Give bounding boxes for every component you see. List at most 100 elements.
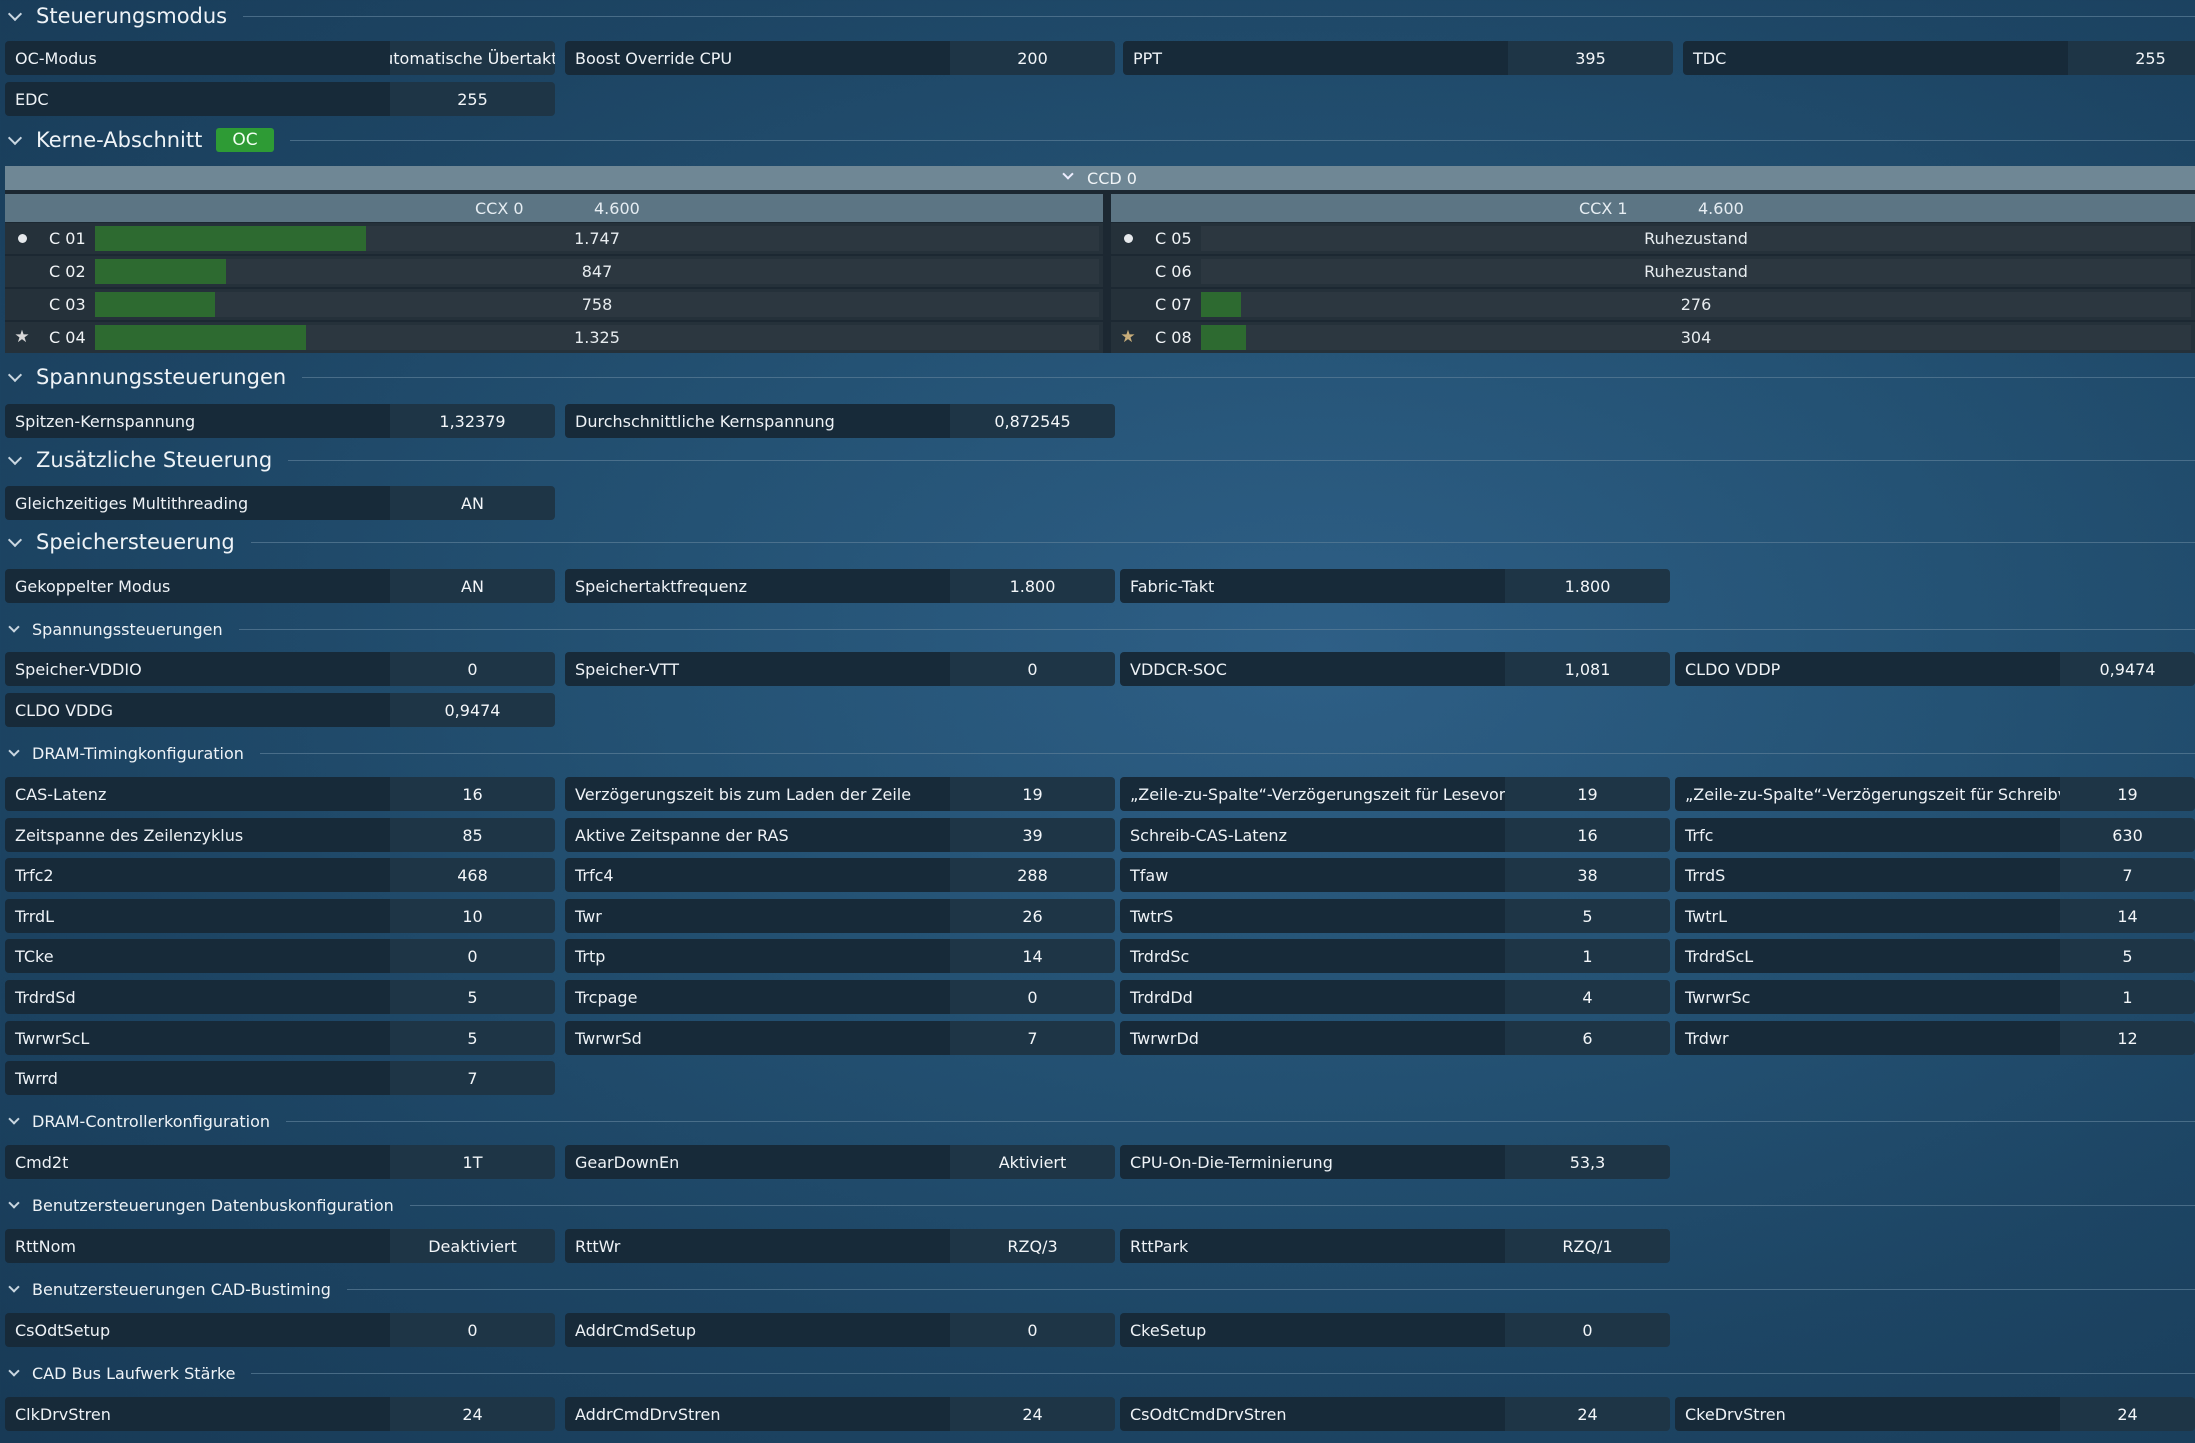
mem-volt-field[interactable]: CLDO VDDG 0,9474 xyxy=(5,693,555,727)
field-value[interactable]: 0 xyxy=(950,652,1115,686)
field-value[interactable]: 468 xyxy=(390,858,555,892)
dram-timing-field[interactable]: Zeitspanne des Zeilenzyklus 85 xyxy=(5,818,555,852)
subsection-dram-timing[interactable]: DRAM-Timingkonfiguration xyxy=(0,742,2195,764)
steuerung-field[interactable]: OC-ModusAutomatische Übertakt... xyxy=(5,41,555,75)
dram-ctrl-field[interactable]: CPU-On-Die-Terminierung 53,3 xyxy=(1120,1145,1670,1179)
field-value[interactable]: 200 xyxy=(950,41,1115,75)
core-row[interactable]: C 03 758 xyxy=(5,289,1103,320)
field-value[interactable]: 14 xyxy=(950,939,1115,973)
field-value[interactable]: 0,9474 xyxy=(2060,652,2195,686)
section-steuerungsmodus[interactable]: Steuerungsmodus xyxy=(0,4,2195,28)
dram-timing-field[interactable]: Trfc4 288 xyxy=(565,858,1115,892)
steuerung-field[interactable]: TDC 255 xyxy=(1683,41,2195,75)
field-value[interactable]: 85 xyxy=(390,818,555,852)
mem-volt-field[interactable]: Speicher-VTT 0 xyxy=(565,652,1115,686)
dram-timing-field[interactable]: TwrwrScL 5 xyxy=(5,1021,555,1055)
field-value[interactable]: 0 xyxy=(1505,1313,1670,1347)
dram-timing-field[interactable]: TwtrS 5 xyxy=(1120,899,1670,933)
dram-timing-field[interactable]: TwrwrSd 7 xyxy=(565,1021,1115,1055)
dram-ctrl-field[interactable]: Cmd2t 1T xyxy=(5,1145,555,1179)
cad-strength-field[interactable]: AddrCmdDrvStren 24 xyxy=(565,1397,1115,1431)
field-value[interactable]: 39 xyxy=(950,818,1115,852)
mem-volt-field[interactable]: CLDO VDDP 0,9474 xyxy=(1675,652,2195,686)
cad-strength-field[interactable]: ClkDrvStren 24 xyxy=(5,1397,555,1431)
cad-strength-field[interactable]: CkeDrvStren 24 xyxy=(1675,1397,2195,1431)
core-row[interactable]: C 01 1.747 xyxy=(5,223,1103,254)
datenbus-field[interactable]: RttWr RZQ/3 xyxy=(565,1229,1115,1263)
steuerung-field[interactable]: PPT 395 xyxy=(1123,41,1673,75)
field-value[interactable]: 19 xyxy=(1505,777,1670,811)
field-value[interactable]: 38 xyxy=(1505,858,1670,892)
chevron-down-icon[interactable] xyxy=(8,1283,20,1295)
spannung-field[interactable]: Durchschnittliche Kernspannung 0,872545 xyxy=(565,404,1115,438)
dram-timing-field[interactable]: TwtrL 14 xyxy=(1675,899,2195,933)
cad-timing-field[interactable]: CkeSetup 0 xyxy=(1120,1313,1670,1347)
dram-timing-field[interactable]: Twr 26 xyxy=(565,899,1115,933)
cad-strength-field[interactable]: CsOdtCmdDrvStren 24 xyxy=(1120,1397,1670,1431)
dram-timing-field[interactable]: TrrdS 7 xyxy=(1675,858,2195,892)
field-value[interactable]: 7 xyxy=(390,1061,555,1095)
field-value[interactable]: 24 xyxy=(1505,1397,1670,1431)
field-value[interactable]: 5 xyxy=(2060,939,2195,973)
dram-timing-field[interactable]: „Zeile-zu-Spalte“-Verzögerungszeit für S… xyxy=(1675,777,2195,811)
datenbus-field[interactable]: RttNom Deaktiviert xyxy=(5,1229,555,1263)
field-value[interactable]: 16 xyxy=(1505,818,1670,852)
field-value[interactable]: 0,872545 xyxy=(950,404,1115,438)
field-value[interactable]: Automatische Übertakt... xyxy=(390,41,555,75)
field-value[interactable]: 10 xyxy=(390,899,555,933)
field-value[interactable]: RZQ/3 xyxy=(950,1229,1115,1263)
dram-timing-field[interactable]: TrdrdDd 4 xyxy=(1120,980,1670,1014)
dram-timing-field[interactable]: TwrwrSc 1 xyxy=(1675,980,2195,1014)
subsection-cad-timing[interactable]: Benutzersteuerungen CAD-Bustiming xyxy=(0,1278,2195,1300)
field-value[interactable]: 24 xyxy=(2060,1397,2195,1431)
field-value[interactable]: 0 xyxy=(390,1313,555,1347)
dram-timing-field[interactable]: TrrdL 10 xyxy=(5,899,555,933)
subsection-datenbus[interactable]: Benutzersteuerungen Datenbuskonfiguratio… xyxy=(0,1194,2195,1216)
field-value[interactable]: 1.800 xyxy=(1505,569,1670,603)
spannung-field[interactable]: Spitzen-Kernspannung 1,32379 xyxy=(5,404,555,438)
chevron-down-icon[interactable] xyxy=(8,370,22,384)
dram-timing-field[interactable]: „Zeile-zu-Spalte“-Verzögerungszeit für L… xyxy=(1120,777,1670,811)
cad-timing-field[interactable]: AddrCmdSetup 0 xyxy=(565,1313,1115,1347)
dram-timing-field[interactable]: TrdrdScL 5 xyxy=(1675,939,2195,973)
field-value[interactable]: 7 xyxy=(950,1021,1115,1055)
field-value[interactable]: AN xyxy=(390,569,555,603)
field-value[interactable]: 19 xyxy=(2060,777,2195,811)
field-value[interactable]: 5 xyxy=(1505,899,1670,933)
speicher-field[interactable]: Fabric-Takt 1.800 xyxy=(1120,569,1670,603)
steuerung-field[interactable]: Boost Override CPU 200 xyxy=(565,41,1115,75)
field-value[interactable]: 24 xyxy=(950,1397,1115,1431)
dram-timing-field[interactable]: Aktive Zeitspanne der RAS 39 xyxy=(565,818,1115,852)
dram-timing-field[interactable]: TrdrdSc 1 xyxy=(1120,939,1670,973)
field-value[interactable]: 16 xyxy=(390,777,555,811)
dram-timing-field[interactable]: Trtp 14 xyxy=(565,939,1115,973)
chevron-down-icon[interactable] xyxy=(8,535,22,549)
field-value[interactable]: 5 xyxy=(390,980,555,1014)
dram-timing-field[interactable]: TrdrdSd 5 xyxy=(5,980,555,1014)
dram-timing-field[interactable]: TwrwrDd 6 xyxy=(1120,1021,1670,1055)
field-value[interactable]: 19 xyxy=(950,777,1115,811)
chevron-down-icon[interactable] xyxy=(8,453,22,467)
field-value[interactable]: 7 xyxy=(2060,858,2195,892)
chevron-down-icon[interactable] xyxy=(8,1199,20,1211)
chevron-down-icon[interactable] xyxy=(8,623,20,635)
section-kerne[interactable]: Kerne-Abschnitt OC xyxy=(0,128,2195,152)
zusaetzlich-field[interactable]: Gleichzeitiges Multithreading AN xyxy=(5,486,555,520)
dram-timing-field[interactable]: Trfc 630 xyxy=(1675,818,2195,852)
field-value[interactable]: 0 xyxy=(390,652,555,686)
dram-timing-field[interactable]: Trdwr 12 xyxy=(1675,1021,2195,1055)
steuerung-field[interactable]: EDC 255 xyxy=(5,82,555,116)
field-value[interactable]: 0 xyxy=(390,939,555,973)
chevron-down-icon[interactable] xyxy=(8,1115,20,1127)
subsection-cad-strength[interactable]: CAD Bus Laufwerk Stärke xyxy=(0,1362,2195,1384)
core-row[interactable]: ★ C 04 1.325 xyxy=(5,322,1103,353)
field-value[interactable]: 1,081 xyxy=(1505,652,1670,686)
field-value[interactable]: 1T xyxy=(390,1145,555,1179)
section-spannung[interactable]: Spannungssteuerungen xyxy=(0,365,2195,389)
field-value[interactable]: Aktiviert xyxy=(950,1145,1115,1179)
dram-timing-field[interactable]: Twrrd 7 xyxy=(5,1061,555,1095)
datenbus-field[interactable]: RttPark RZQ/1 xyxy=(1120,1229,1670,1263)
field-value[interactable]: 288 xyxy=(950,858,1115,892)
field-value[interactable]: 1,32379 xyxy=(390,404,555,438)
field-value[interactable]: 0,9474 xyxy=(390,693,555,727)
